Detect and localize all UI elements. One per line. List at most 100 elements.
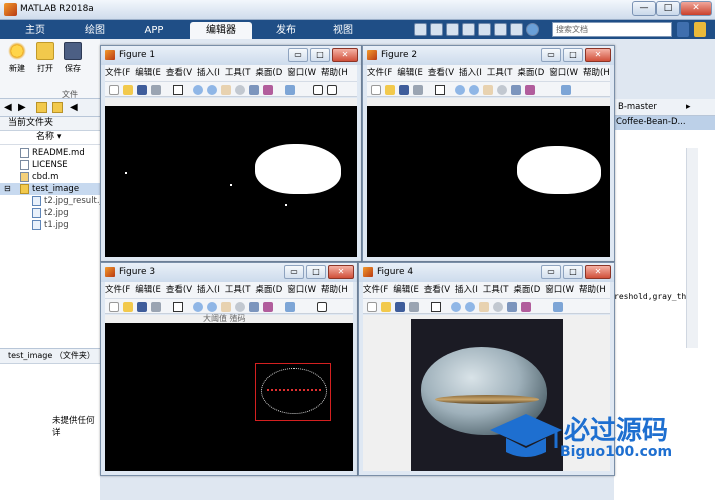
menu-file[interactable]: 文件(F bbox=[105, 68, 130, 78]
minimize-button[interactable]: ▭ bbox=[541, 265, 561, 279]
tab-home[interactable]: 主页 bbox=[14, 22, 56, 39]
brush-icon[interactable] bbox=[263, 85, 273, 95]
menu-tools[interactable]: 工具(T bbox=[225, 68, 251, 78]
pointer-icon[interactable] bbox=[431, 302, 441, 312]
menu-tools[interactable]: 工具(T bbox=[225, 285, 251, 295]
link-plot-icon[interactable] bbox=[285, 302, 295, 312]
colorbar-icon[interactable] bbox=[313, 85, 323, 95]
menu-edit[interactable]: 编辑(E bbox=[135, 285, 161, 295]
open-button[interactable]: 打开 bbox=[34, 42, 56, 74]
path-chevron-icon[interactable]: ◀ bbox=[70, 102, 78, 113]
new-figure-icon[interactable] bbox=[109, 85, 119, 95]
link-plot-icon[interactable] bbox=[553, 302, 563, 312]
menu-edit[interactable]: 编辑(E bbox=[393, 285, 419, 295]
save-figure-icon[interactable] bbox=[137, 302, 147, 312]
forward-arrow-icon[interactable]: ▶ bbox=[18, 102, 26, 113]
new-button[interactable]: 新建 bbox=[6, 42, 28, 74]
menu-view[interactable]: 查看(V bbox=[166, 68, 192, 78]
close-button[interactable]: ✕ bbox=[332, 48, 358, 62]
switch-windows-icon[interactable] bbox=[510, 23, 523, 36]
data-cursor-icon[interactable] bbox=[507, 302, 517, 312]
cut-quick-icon[interactable] bbox=[430, 23, 443, 36]
rotate-3d-icon[interactable] bbox=[493, 302, 503, 312]
minimize-button[interactable]: ▭ bbox=[288, 48, 308, 62]
brush-icon[interactable] bbox=[525, 85, 535, 95]
list-item[interactable]: t1.jpg bbox=[0, 219, 100, 231]
zoom-in-icon[interactable] bbox=[455, 85, 465, 95]
save-quick-icon[interactable] bbox=[414, 23, 427, 36]
menu-view[interactable]: 查看(V bbox=[424, 285, 450, 295]
list-item[interactable]: cbd.m bbox=[0, 171, 100, 183]
name-column-header[interactable]: 名称 ▾ bbox=[0, 131, 100, 145]
tab-editor[interactable]: 编辑器 bbox=[190, 22, 252, 39]
close-button[interactable]: ✕ bbox=[680, 1, 712, 16]
menu-file[interactable]: 文件(F bbox=[363, 285, 388, 295]
zoom-in-icon[interactable] bbox=[193, 85, 203, 95]
link-plot-icon[interactable] bbox=[285, 85, 295, 95]
menu-edit[interactable]: 编辑(E bbox=[397, 68, 423, 78]
maximize-button[interactable]: □ bbox=[310, 48, 330, 62]
data-cursor-icon[interactable] bbox=[249, 85, 259, 95]
list-item[interactable]: ⊟ test_image bbox=[0, 183, 100, 195]
search-documentation-input[interactable]: 搜索文档 bbox=[552, 22, 672, 37]
expand-icon[interactable]: ⊟ bbox=[4, 183, 11, 195]
maximize-button[interactable]: □ bbox=[563, 265, 583, 279]
print-icon[interactable] bbox=[413, 85, 423, 95]
folder-up-icon[interactable] bbox=[36, 102, 47, 113]
new-figure-icon[interactable] bbox=[367, 302, 377, 312]
brush-icon[interactable] bbox=[263, 302, 273, 312]
pan-hand-icon[interactable] bbox=[483, 85, 493, 95]
menu-window[interactable]: 窗口(W bbox=[287, 68, 316, 78]
browse-folder-icon[interactable] bbox=[52, 102, 63, 113]
menu-file[interactable]: 文件(F bbox=[367, 68, 392, 78]
tab-view[interactable]: 视图 bbox=[322, 22, 364, 39]
undo-quick-icon[interactable] bbox=[478, 23, 491, 36]
list-item[interactable]: LICENSE bbox=[0, 159, 100, 171]
brush-icon[interactable] bbox=[521, 302, 531, 312]
close-button[interactable]: ✕ bbox=[585, 265, 611, 279]
menu-help[interactable]: 帮助(H bbox=[321, 68, 348, 78]
new-figure-icon[interactable] bbox=[371, 85, 381, 95]
zoom-in-icon[interactable] bbox=[193, 302, 203, 312]
open-file-icon[interactable] bbox=[381, 302, 391, 312]
menu-tools[interactable]: 工具(T bbox=[483, 285, 509, 295]
redo-quick-icon[interactable] bbox=[494, 23, 507, 36]
tab-apps[interactable]: APP bbox=[130, 22, 178, 39]
pan-hand-icon[interactable] bbox=[221, 302, 231, 312]
minimize-button[interactable]: — bbox=[632, 1, 656, 16]
print-icon[interactable] bbox=[151, 85, 161, 95]
link-plot-icon[interactable] bbox=[561, 85, 571, 95]
menu-window[interactable]: 窗口(W bbox=[545, 285, 574, 295]
menu-window[interactable]: 窗口(W bbox=[287, 285, 316, 295]
open-file-icon[interactable] bbox=[385, 85, 395, 95]
list-item[interactable]: t2.jpg_result.jpg bbox=[0, 195, 100, 207]
menu-desktop[interactable]: 桌面(D bbox=[517, 68, 544, 78]
print-icon[interactable] bbox=[409, 302, 419, 312]
menu-insert[interactable]: 插入(I bbox=[197, 68, 220, 78]
paste-quick-icon[interactable] bbox=[462, 23, 475, 36]
pan-hand-icon[interactable] bbox=[479, 302, 489, 312]
pointer-icon[interactable] bbox=[435, 85, 445, 95]
tab-publish[interactable]: 发布 bbox=[262, 22, 310, 39]
pan-hand-icon[interactable] bbox=[221, 85, 231, 95]
editor-file-tab[interactable]: Coffee-Bean-D... bbox=[614, 116, 715, 130]
rotate-3d-icon[interactable] bbox=[497, 85, 507, 95]
zoom-out-icon[interactable] bbox=[465, 302, 475, 312]
copy-quick-icon[interactable] bbox=[446, 23, 459, 36]
save-figure-icon[interactable] bbox=[399, 85, 409, 95]
data-cursor-icon[interactable] bbox=[249, 302, 259, 312]
menu-insert[interactable]: 插入(I bbox=[455, 285, 478, 295]
maximize-button[interactable]: □ bbox=[563, 48, 583, 62]
save-figure-icon[interactable] bbox=[137, 85, 147, 95]
menu-edit[interactable]: 编辑(E bbox=[135, 68, 161, 78]
menu-file[interactable]: 文件(F bbox=[105, 285, 130, 295]
save-figure-icon[interactable] bbox=[395, 302, 405, 312]
menu-help[interactable]: 帮助(H bbox=[321, 285, 348, 295]
new-figure-icon[interactable] bbox=[109, 302, 119, 312]
menu-window[interactable]: 窗口(W bbox=[549, 68, 578, 78]
menu-insert[interactable]: 插入(I bbox=[459, 68, 482, 78]
close-button[interactable]: ✕ bbox=[328, 265, 354, 279]
menu-insert[interactable]: 插入(I bbox=[197, 285, 220, 295]
tab-plots[interactable]: 绘图 bbox=[72, 22, 118, 39]
menu-desktop[interactable]: 桌面(D bbox=[255, 285, 282, 295]
